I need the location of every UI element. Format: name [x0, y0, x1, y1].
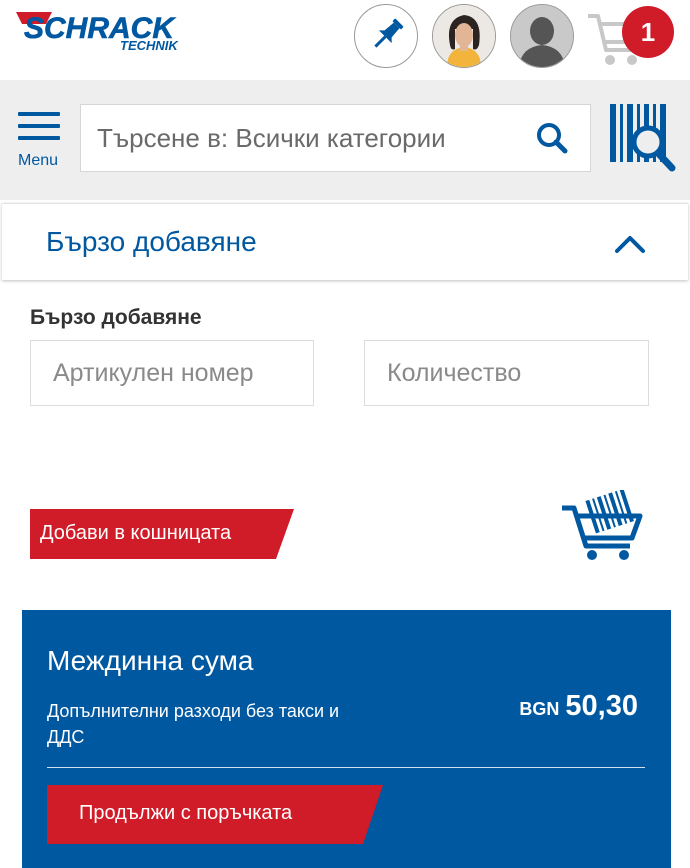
subtotal-price: BGN 50,30	[519, 690, 638, 723]
continue-order-button[interactable]: Продължи с поръчката	[47, 785, 383, 844]
cart-count-badge: 1	[622, 6, 674, 58]
subtotal-title: Междинна сума	[47, 645, 254, 676]
accordion-title: Бързо добавяне	[46, 226, 257, 257]
user-placeholder-icon	[511, 5, 573, 67]
subtotal-panel: Междинна сума Допълнителни разходи без т…	[22, 610, 671, 868]
quick-add-label: Бързо добавяне	[30, 306, 202, 329]
barcode-cart-icon[interactable]	[560, 490, 646, 562]
search-input[interactable]	[97, 105, 517, 171]
menu-label: Menu	[18, 152, 59, 169]
logo-sub-text: TECHNIK	[120, 38, 179, 53]
cart-button[interactable]: 1	[586, 6, 676, 70]
hamburger-icon	[18, 112, 60, 148]
subtotal-amount: 50,30	[565, 690, 638, 722]
barcode-scan-icon[interactable]	[608, 102, 678, 174]
top-header: SCHRACK TECHNIK 1	[0, 0, 690, 80]
article-number-input[interactable]	[31, 341, 313, 405]
quick-add-accordion[interactable]: Бързо добавяне	[2, 203, 688, 280]
pin-button[interactable]	[354, 4, 418, 68]
quantity-input[interactable]	[365, 341, 648, 405]
account-button[interactable]	[510, 4, 574, 68]
schrack-logo[interactable]: SCHRACK TECHNIK	[12, 8, 212, 58]
user-avatar[interactable]	[432, 4, 496, 68]
menu-button[interactable]: Menu	[14, 110, 68, 172]
currency-label: BGN	[519, 699, 560, 719]
article-number-field	[30, 340, 314, 406]
subtotal-divider	[47, 767, 645, 768]
search-icon[interactable]	[535, 121, 569, 155]
subtotal-note: Допълнителни разходи без такси и ДДС	[47, 701, 340, 747]
pin-icon	[374, 18, 404, 48]
search-box	[80, 104, 591, 172]
search-bar: Menu	[0, 80, 690, 200]
chevron-up-icon[interactable]	[614, 234, 646, 254]
quantity-field	[364, 340, 649, 406]
user-photo	[433, 5, 495, 67]
add-to-cart-button[interactable]: Добави в кошницата	[30, 509, 294, 559]
add-to-cart-label: Добави в кошницата	[40, 522, 232, 544]
continue-order-label: Продължи с поръчката	[79, 802, 293, 824]
